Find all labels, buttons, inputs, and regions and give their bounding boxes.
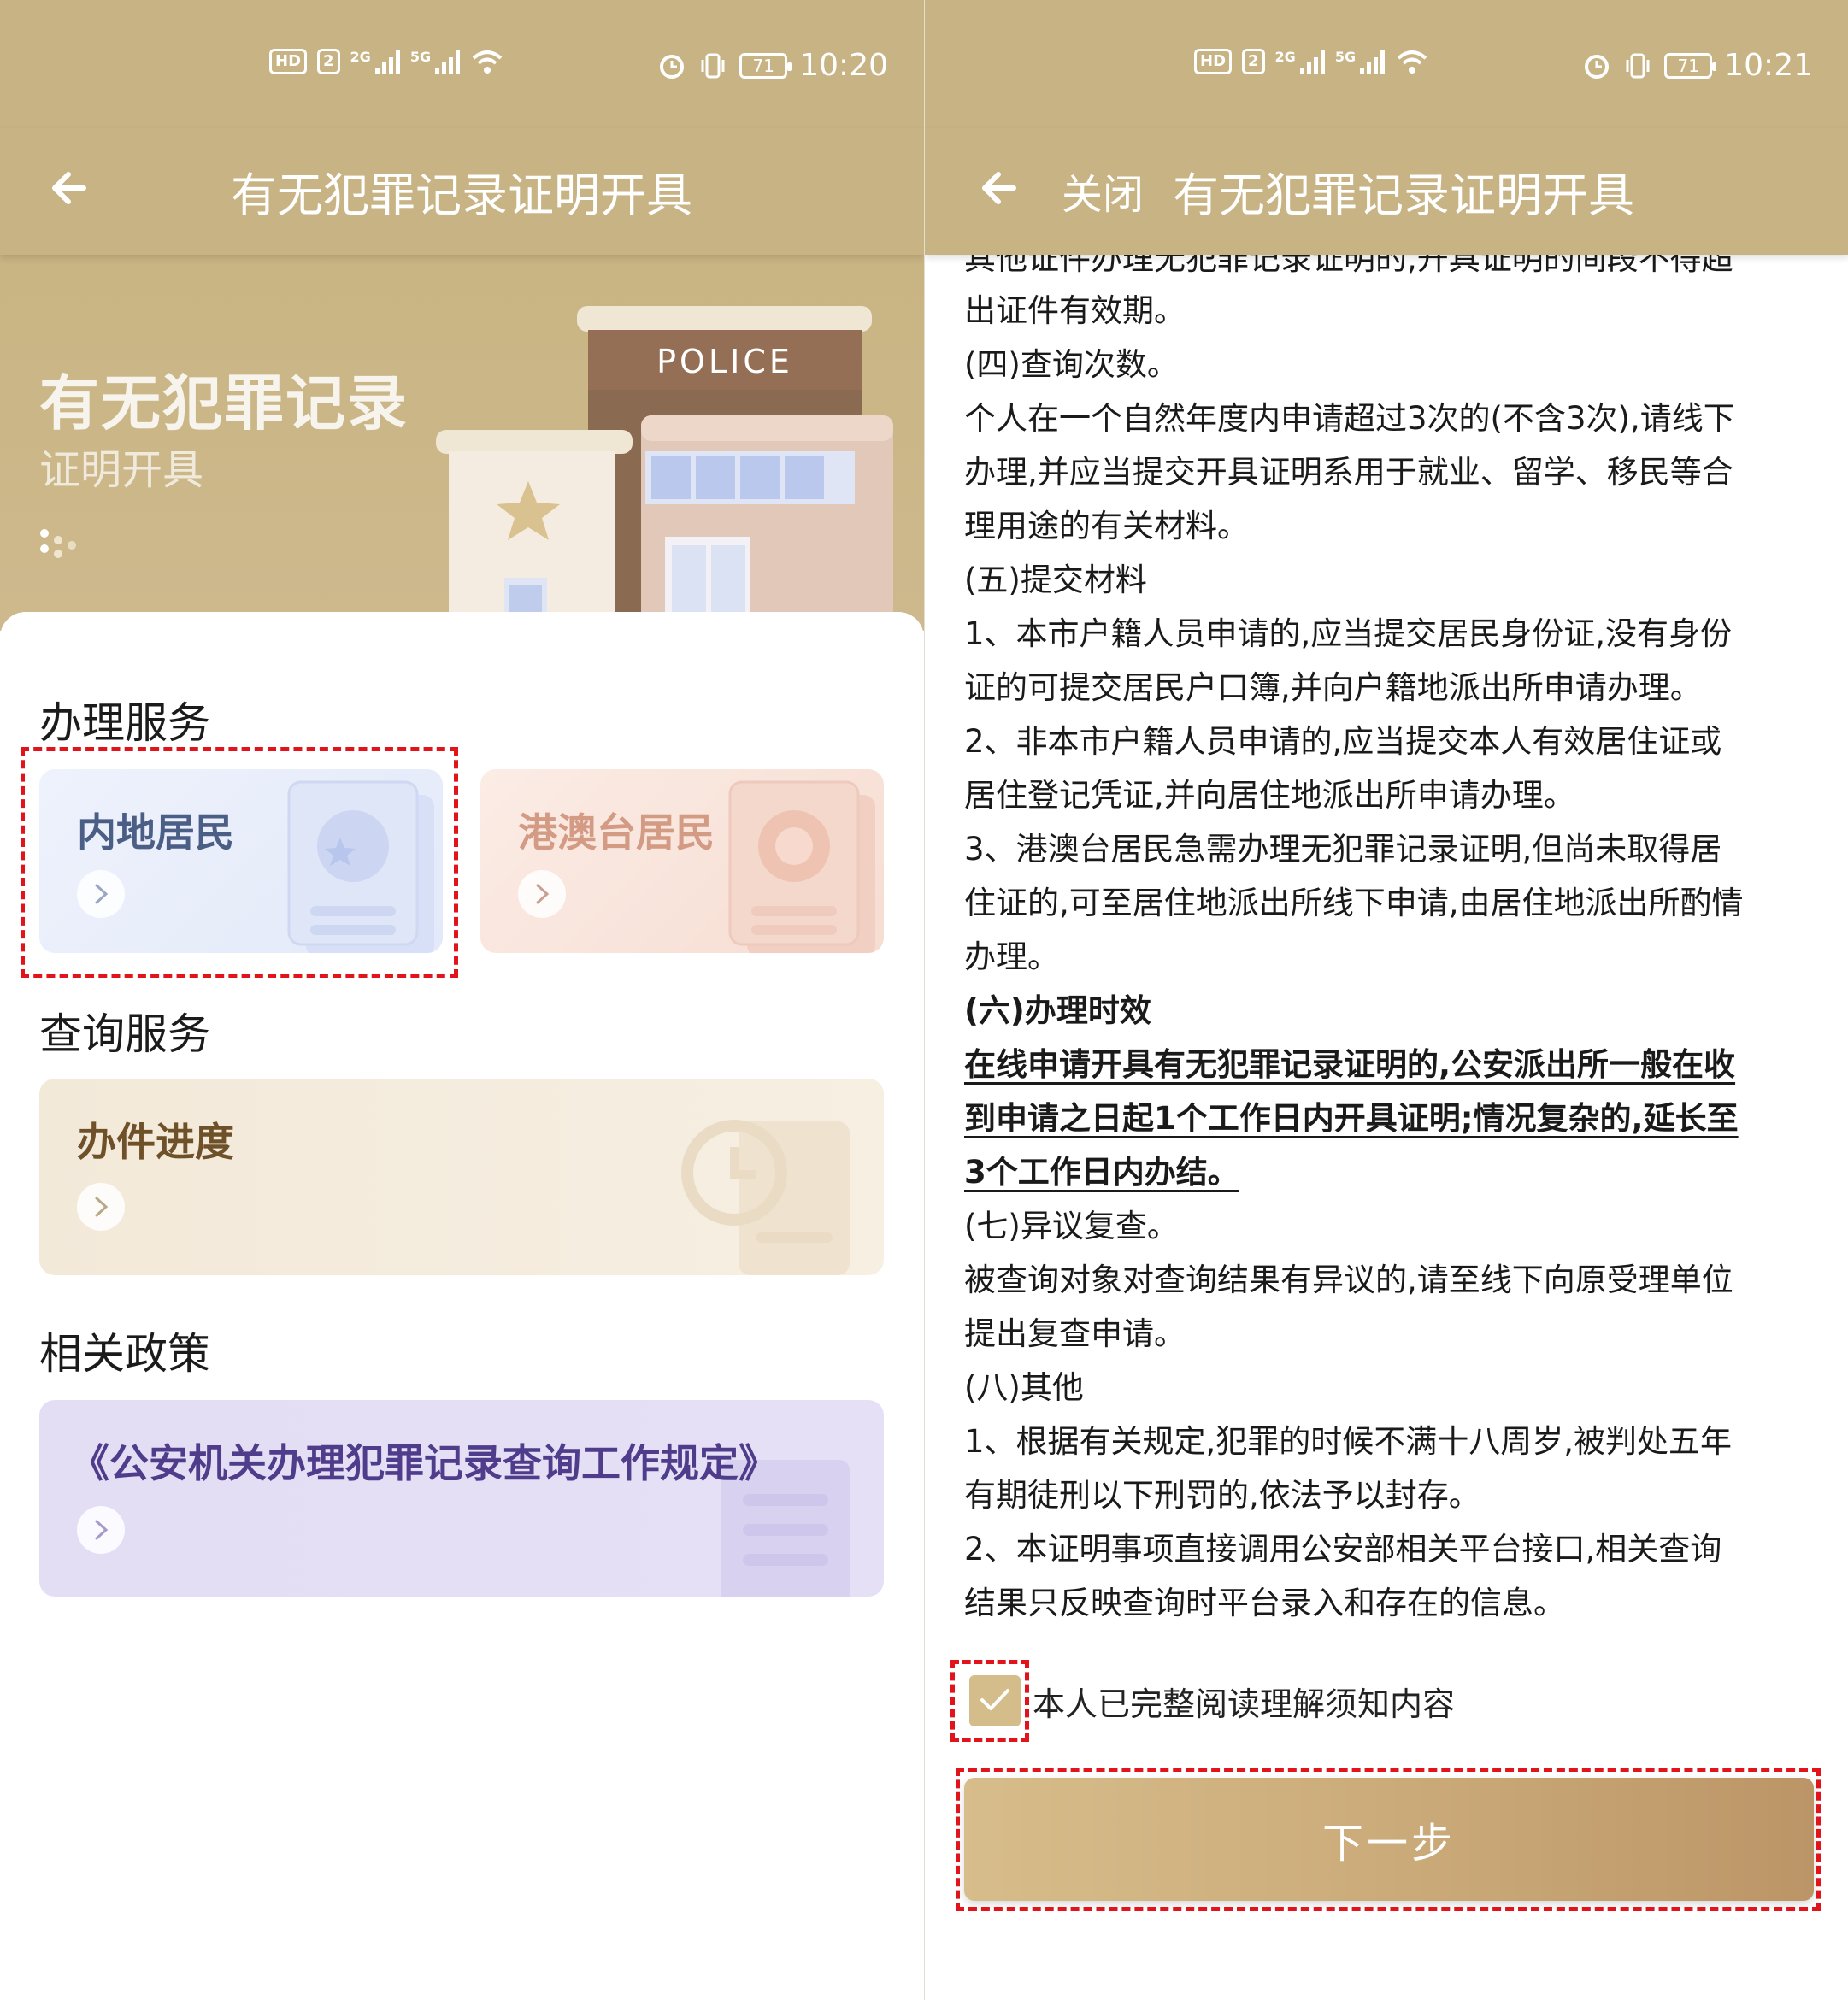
signal-icon: 2G — [350, 49, 400, 74]
hkmt-label: 港澳台居民 — [518, 809, 715, 856]
notice-line: 1、本市户籍人员申请的,应当提交居民身份证,没有身份 — [964, 615, 1733, 652]
hd-badge: HD — [269, 49, 308, 74]
sim-badge: 2 — [317, 49, 340, 74]
status-time: 10:20 — [799, 48, 888, 83]
progress-label: 办件进度 — [77, 1119, 234, 1165]
notice-line: 2、非本市户籍人员申请的,应当提交本人有效居住证或 — [964, 723, 1722, 760]
status-network-group: HD 2 2G 5G — [269, 48, 504, 75]
status-system-group: 71 10:20 — [657, 48, 888, 83]
banner-title: 有无犯罪记录 — [39, 368, 409, 438]
battery-icon: 71 — [1664, 52, 1717, 79]
notice-line: 1、根据有关规定,犯罪的时候不满十八周岁,被判处五年 — [964, 1423, 1733, 1460]
notice-emphasis-line: 在线申请开具有无犯罪记录证明的,公安派出所一般在收 — [964, 1046, 1736, 1083]
alarm-icon — [660, 54, 685, 79]
chevron-right-icon — [77, 1183, 125, 1231]
notice-line: 结果只反映查询时平台录入和存在的信息。 — [964, 1585, 1565, 1621]
page-title: 有无犯罪记录证明开具 — [231, 168, 692, 222]
permit-icon — [728, 780, 875, 953]
page-title: 有无犯罪记录证明开具 — [1173, 168, 1634, 222]
notice-line: 被查询对象对查询结果有异议的,请至线下向原受理单位 — [964, 1262, 1733, 1298]
app-header: 有无犯罪记录证明开具 — [0, 128, 924, 255]
clock-document-icon — [681, 1120, 850, 1275]
section-title-service: 办理服务 — [39, 698, 210, 748]
banner-subtitle: 证明开具 — [39, 446, 204, 494]
card-regulation[interactable]: 《公安机关办理犯罪记录查询工作规定》 — [39, 1400, 884, 1597]
notice-line: (五)提交材料 — [964, 562, 1147, 598]
close-link[interactable]: 关闭 — [1062, 161, 1144, 221]
left-screen: HD 2 2G 5G 71 10:20 有无犯罪记录证明开具 有无犯罪记录 证明… — [0, 0, 924, 2000]
alarm-icon — [1585, 54, 1610, 79]
status-bar: HD 2 2G 5G 71 10:21 — [925, 0, 1848, 128]
status-time: 10:21 — [1724, 48, 1813, 83]
notice-line: 居住登记凭证,并向居住地派出所申请办理。 — [964, 777, 1575, 814]
notice-line: 证的可提交居民户口簿,并向户籍地派出所申请办理。 — [964, 669, 1702, 706]
wifi-icon — [472, 50, 503, 74]
vibrate-icon — [1626, 53, 1650, 78]
card-progress[interactable]: 办件进度 — [39, 1079, 884, 1275]
notice-emphasis-line: 到申请之日起1个工作日内开具证明;情况复杂的,延长至 — [964, 1100, 1739, 1137]
notice-line: 提出复查申请。 — [964, 1315, 1186, 1352]
notice-emphasis-line: 3个工作日内办结。 — [964, 1154, 1239, 1191]
service-content: 办理服务 内地居民 港澳台居民 查询服务 办件进度 相关政策 《公安机关办理犯罪… — [0, 612, 924, 2000]
highlight-mainland — [21, 747, 458, 978]
notice-line: 办理,并应当提交开具证明系用于就业、留学、移民等合 — [964, 454, 1733, 491]
notice-line: 办理。 — [964, 938, 1059, 975]
signal-icon: 2G — [1275, 49, 1325, 74]
status-system-group: 71 10:21 — [1582, 48, 1813, 83]
right-screen: HD 2 2G 5G 71 10:21 关闭 有无犯罪记录证明开具 其他证件办理… — [925, 0, 1848, 2000]
signal-icon: 5G — [1335, 49, 1386, 74]
police-building-illustration: POLICE — [436, 306, 893, 631]
notice-line: (七)异议复查。 — [964, 1208, 1179, 1244]
section-title-query: 查询服务 — [39, 1009, 210, 1059]
status-bar: HD 2 2G 5G 71 10:20 — [0, 0, 924, 128]
notice-heading-timeliness: (六)办理时效 — [964, 992, 1151, 1029]
notice-line: 2、本证明事项直接调用公安部相关平台接口,相关查询 — [964, 1531, 1722, 1568]
card-hk-macao-taiwan-resident[interactable]: 港澳台居民 — [480, 769, 884, 953]
hd-badge: HD — [1194, 49, 1233, 74]
notice-line: 理用途的有关材料。 — [964, 508, 1249, 544]
app-header: 关闭 有无犯罪记录证明开具 — [925, 128, 1848, 255]
dots-decoration — [40, 529, 76, 558]
chevron-right-icon — [77, 1506, 125, 1554]
back-arrow-icon[interactable] — [43, 159, 103, 219]
agree-label: 本人已完整阅读理解须知内容 — [1033, 1685, 1456, 1723]
status-network-group: HD 2 2G 5G — [1194, 48, 1429, 75]
notice-line: (八)其他 — [964, 1369, 1084, 1406]
svg-text:POLICE: POLICE — [656, 343, 793, 380]
agree-row: 本人已完整阅读理解须知内容 — [969, 1675, 1455, 1726]
sim-badge: 2 — [1242, 49, 1265, 74]
vibrate-icon — [701, 53, 725, 78]
notice-line: 出证件有效期。 — [964, 292, 1186, 329]
notice-line: 3、港澳台居民急需办理无犯罪记录证明,但尚未取得居 — [964, 831, 1722, 868]
highlight-next-button — [956, 1768, 1821, 1911]
signal-icon: 5G — [410, 49, 461, 74]
notice-line: 有期徒刑以下刑罚的,依法予以封存。 — [964, 1477, 1480, 1514]
back-arrow-icon[interactable] — [973, 159, 1033, 219]
notice-line: 住证的,可至居住地派出所线下申请,由居住地派出所酌情 — [964, 885, 1744, 921]
notice-text: 出证件有效期。 (四)查询次数。 个人在一个自然年度内申请超过3次的(不含3次)… — [964, 284, 1819, 1630]
section-title-policy: 相关政策 — [39, 1329, 210, 1379]
regulation-label: 《公安机关办理犯罪记录查询工作规定》 — [70, 1440, 778, 1486]
hero-banner: 有无犯罪记录 证明开具 POLICE — [0, 255, 924, 631]
wifi-icon — [1397, 50, 1427, 74]
chevron-right-icon — [518, 870, 566, 918]
battery-icon: 71 — [739, 52, 792, 79]
highlight-checkbox — [950, 1660, 1029, 1742]
notice-line: 个人在一个自然年度内申请超过3次的(不含3次),请线下 — [964, 400, 1735, 437]
notice-line: (四)查询次数。 — [964, 346, 1179, 383]
